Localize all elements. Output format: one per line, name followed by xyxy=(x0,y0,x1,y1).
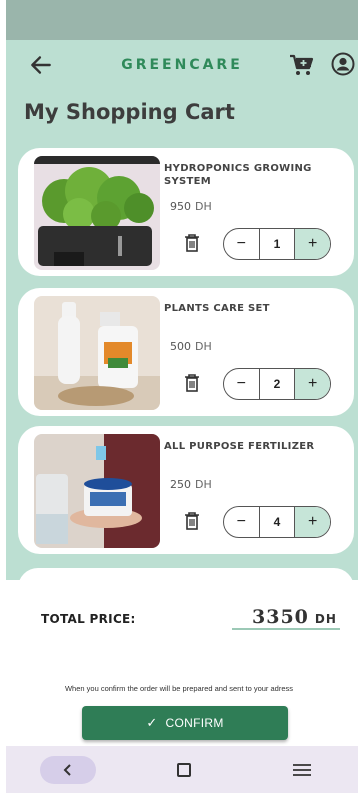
increase-button[interactable]: + xyxy=(294,369,330,399)
price-currency: DH xyxy=(195,340,212,353)
cart-item: HYDROPONICS GROWING SYSTEM 950 DH − 1 + xyxy=(18,148,354,276)
product-price: 500 DH xyxy=(170,340,212,353)
app-screen: GREENCARE My Shopping Cart HYDROPONICS G… xyxy=(6,40,358,580)
price-value: 500 xyxy=(170,340,191,353)
top-bar: GREENCARE xyxy=(6,40,358,92)
status-bar xyxy=(6,0,358,40)
product-name: PLANTS CARE SET xyxy=(164,303,270,314)
total-currency: DH xyxy=(314,612,337,626)
increase-button[interactable]: + xyxy=(294,507,330,537)
cart-icon[interactable] xyxy=(288,52,314,78)
product-price: 950 DH xyxy=(170,200,212,213)
quantity-stepper: − 4 + xyxy=(223,506,331,538)
decrease-button[interactable]: − xyxy=(224,507,260,537)
price-value: 250 xyxy=(170,478,191,491)
decrease-button[interactable]: − xyxy=(224,369,260,399)
cart-item: PLANTS CARE SET 500 DH − 2 + xyxy=(18,288,354,416)
page-title: My Shopping Cart xyxy=(24,100,235,124)
price-value: 950 xyxy=(170,200,191,213)
nav-home-button[interactable] xyxy=(177,763,191,777)
user-circle-icon[interactable] xyxy=(331,52,355,76)
menu-icon[interactable] xyxy=(293,764,311,776)
decrease-button[interactable]: − xyxy=(224,229,260,259)
quantity-value: 2 xyxy=(273,377,281,391)
quantity-stepper: − 1 + xyxy=(223,228,331,260)
nav-back-button[interactable] xyxy=(40,756,96,784)
chevron-left-icon xyxy=(63,764,71,776)
confirm-note: When you confirm the order will be prepa… xyxy=(64,684,294,693)
product-price: 250 DH xyxy=(170,478,212,491)
total-underline xyxy=(232,628,340,630)
price-currency: DH xyxy=(195,478,212,491)
total-price-value: 3350 DH xyxy=(252,606,337,628)
trash-icon[interactable] xyxy=(184,512,200,530)
system-nav-bar xyxy=(6,746,358,793)
price-currency: DH xyxy=(195,200,212,213)
confirm-button[interactable]: ✓ CONFIRM xyxy=(82,706,288,740)
quantity-stepper: − 2 + xyxy=(223,368,331,400)
confirm-label: CONFIRM xyxy=(165,716,224,730)
increase-button[interactable]: + xyxy=(294,229,330,259)
product-image-hydroponics xyxy=(34,156,160,270)
total-amount: 3350 xyxy=(252,606,309,628)
cart-item: ALL PURPOSE FERTILIZER 250 DH − 4 + xyxy=(18,426,354,554)
total-price-label: TOTAL PRICE: xyxy=(41,612,136,626)
quantity-value: 1 xyxy=(273,237,281,251)
product-name: HYDROPONICS GROWING SYSTEM xyxy=(164,163,312,187)
trash-icon[interactable] xyxy=(184,234,200,252)
product-name: ALL PURPOSE FERTILIZER xyxy=(164,441,315,452)
cart-item-partial xyxy=(18,568,354,580)
product-image-plants-care-set xyxy=(34,296,160,410)
check-icon: ✓ xyxy=(146,715,158,730)
quantity-value: 4 xyxy=(273,515,281,529)
product-image-fertilizer xyxy=(34,434,160,548)
trash-icon[interactable] xyxy=(184,374,200,392)
